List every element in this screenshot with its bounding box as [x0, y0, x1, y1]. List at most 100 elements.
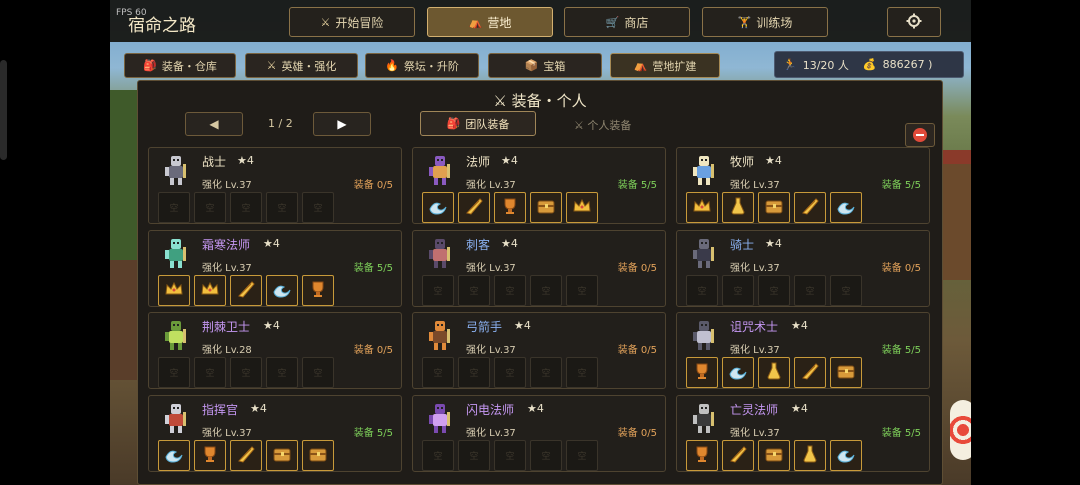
nav-button-2[interactable]: ⛺ 营地: [427, 7, 553, 37]
subtab-3[interactable]: 🔥 祭坛・升阶: [365, 53, 479, 78]
equip-slot[interactable]: [194, 440, 226, 471]
equip-slot[interactable]: [302, 275, 334, 306]
equip-slot[interactable]: [158, 275, 190, 306]
empty-slot-label: 空: [469, 452, 479, 462]
empty-slot[interactable]: 空: [422, 275, 454, 306]
equip-slot[interactable]: [830, 192, 862, 223]
equip-slot[interactable]: [566, 192, 598, 223]
empty-slot[interactable]: 空: [530, 357, 562, 388]
equip-slot[interactable]: [266, 440, 298, 471]
hero-card[interactable]: 牧师 ★4 强化 Lv.37 装备 5/5: [676, 147, 930, 224]
subtab-2[interactable]: ⚔ 英雄・强化: [245, 53, 358, 78]
hero-card[interactable]: 亡灵法师 ★4 强化 Lv.37 装备 5/5: [676, 395, 930, 472]
equip-slot[interactable]: [794, 357, 826, 388]
empty-slot[interactable]: 空: [422, 357, 454, 388]
equip-slot[interactable]: [194, 275, 226, 306]
empty-slot[interactable]: 空: [530, 275, 562, 306]
equip-slot[interactable]: [158, 440, 190, 471]
empty-slot[interactable]: 空: [302, 357, 334, 388]
empty-slot-label: 空: [733, 287, 743, 297]
empty-slot[interactable]: 空: [494, 440, 526, 471]
hero-card[interactable]: 荆棘卫士 ★4 强化 Lv.28 装备 0/5 空 空 空 空 空: [148, 312, 402, 389]
hero-card[interactable]: 战士 ★4 强化 Lv.37 装备 0/5 空 空 空 空 空: [148, 147, 402, 224]
flask-item-icon: [763, 360, 785, 385]
nav-button-4[interactable]: 🏋 训练场: [702, 7, 828, 37]
equip-slot[interactable]: [458, 192, 490, 223]
subtab-4[interactable]: 📦 宝箱: [488, 53, 602, 78]
hero-card[interactable]: 霜寒法师 ★4 强化 Lv.37 装备 5/5: [148, 230, 402, 307]
empty-slot[interactable]: 空: [458, 440, 490, 471]
equip-slot[interactable]: [422, 192, 454, 223]
equip-count: 装备 0/5: [353, 345, 393, 356]
empty-slot[interactable]: 空: [722, 275, 754, 306]
empty-slot[interactable]: 空: [830, 275, 862, 306]
nav-button-3[interactable]: 🛒 商店: [564, 7, 690, 37]
empty-slot[interactable]: 空: [266, 192, 298, 223]
hero-card[interactable]: 弓箭手 ★4 强化 Lv.37 装备 0/5 空 空 空 空 空: [412, 312, 666, 389]
subtab-label: 装备・仓库: [161, 59, 217, 73]
empty-slot[interactable]: 空: [566, 275, 598, 306]
feather-item-icon: [727, 443, 749, 468]
hero-card[interactable]: 指挥官 ★4 强化 Lv.37 装备 5/5: [148, 395, 402, 472]
empty-slot[interactable]: 空: [758, 275, 790, 306]
equip-slot[interactable]: [830, 440, 862, 471]
empty-slot[interactable]: 空: [230, 192, 262, 223]
hero-portrait: [158, 152, 194, 188]
equip-slot[interactable]: [230, 275, 262, 306]
hero-stars: ★4: [514, 319, 531, 332]
equip-slot[interactable]: [686, 192, 718, 223]
empty-slot-label: 空: [541, 287, 551, 297]
hero-card[interactable]: 刺客 ★4 强化 Lv.37 装备 0/5 空 空 空 空 空: [412, 230, 666, 307]
empty-slot[interactable]: 空: [158, 192, 190, 223]
equip-slot[interactable]: [722, 192, 754, 223]
equip-slot[interactable]: [758, 192, 790, 223]
empty-slot[interactable]: 空: [566, 440, 598, 471]
settings-button[interactable]: [887, 7, 941, 37]
equip-slot[interactable]: [758, 357, 790, 388]
equip-slot[interactable]: [722, 440, 754, 471]
empty-slot[interactable]: 空: [794, 275, 826, 306]
hero-card[interactable]: 闪电法师 ★4 强化 Lv.37 装备 0/5 空 空 空 空 空: [412, 395, 666, 472]
subtab-5[interactable]: ⛺ 营地扩建: [610, 53, 720, 78]
empty-slot[interactable]: 空: [494, 275, 526, 306]
hero-card[interactable]: 诅咒术士 ★4 强化 Lv.37 装备 5/5: [676, 312, 930, 389]
empty-slot[interactable]: 空: [302, 192, 334, 223]
empty-slot[interactable]: 空: [458, 357, 490, 388]
equip-slot[interactable]: [230, 440, 262, 471]
empty-slot[interactable]: 空: [194, 192, 226, 223]
empty-slot[interactable]: 空: [158, 357, 190, 388]
equip-slot[interactable]: [758, 440, 790, 471]
equip-slot[interactable]: [494, 192, 526, 223]
equip-slot[interactable]: [686, 440, 718, 471]
prev-page-button[interactable]: ◀: [185, 112, 243, 136]
empty-slot[interactable]: 空: [530, 440, 562, 471]
equip-slot[interactable]: [302, 440, 334, 471]
empty-slot[interactable]: 空: [686, 275, 718, 306]
equip-slot[interactable]: [722, 357, 754, 388]
subtab-1[interactable]: 🎒 装备・仓库: [124, 53, 236, 78]
empty-slot[interactable]: 空: [230, 357, 262, 388]
empty-slot[interactable]: 空: [458, 275, 490, 306]
hero-name: 法师: [466, 155, 491, 169]
equip-slot[interactable]: [530, 192, 562, 223]
next-page-button[interactable]: ▶: [313, 112, 371, 136]
hero-card[interactable]: 骑士 ★4 强化 Lv.37 装备 0/5 空 空 空 空 空: [676, 230, 930, 307]
equip-slot[interactable]: [794, 192, 826, 223]
equip-slot[interactable]: [266, 275, 298, 306]
equip-slot[interactable]: [794, 440, 826, 471]
equip-count: 装备 0/5: [617, 345, 657, 356]
close-button[interactable]: [905, 123, 935, 147]
equip-slot[interactable]: [686, 357, 718, 388]
hero-portrait: [158, 235, 194, 271]
empty-slot[interactable]: 空: [494, 357, 526, 388]
nav-button-1[interactable]: ⚔ 开始冒险: [289, 7, 415, 37]
team-equipment-button[interactable]: 🎒 团队装备: [420, 111, 536, 136]
empty-slot[interactable]: 空: [422, 440, 454, 471]
hero-card[interactable]: 法师 ★4 强化 Lv.37 装备 5/5: [412, 147, 666, 224]
empty-slot[interactable]: 空: [566, 357, 598, 388]
personal-equipment-tab[interactable]: ⚔ 个人装备: [574, 117, 631, 133]
empty-slot[interactable]: 空: [266, 357, 298, 388]
equip-slot[interactable]: [830, 357, 862, 388]
empty-slot[interactable]: 空: [194, 357, 226, 388]
chest-item-icon: [307, 443, 329, 468]
